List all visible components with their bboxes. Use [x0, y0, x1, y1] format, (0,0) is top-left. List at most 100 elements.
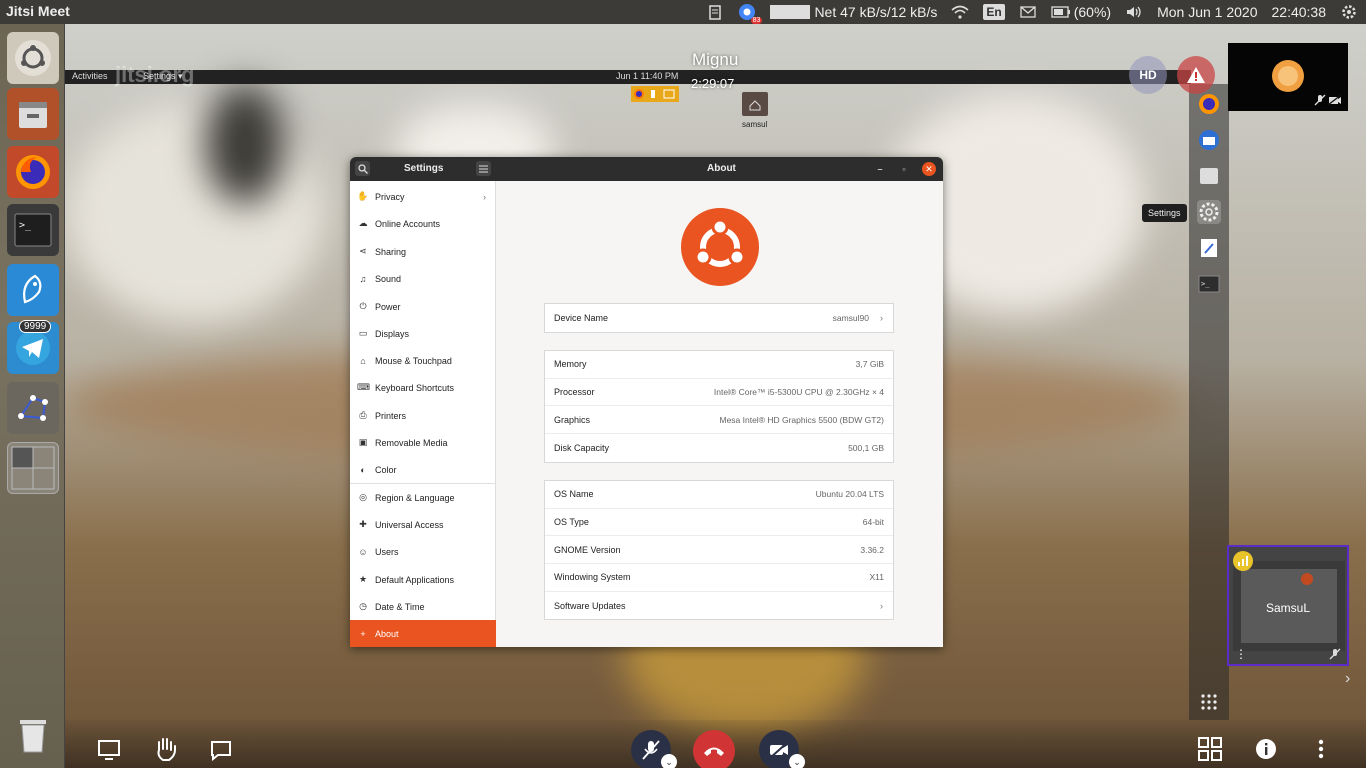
tile-view-button[interactable]: [1197, 736, 1223, 762]
show-apps-grid-icon[interactable]: [1197, 690, 1221, 714]
sidebar-item-users[interactable]: ☺ Users: [350, 538, 496, 565]
music-note-icon: ♫: [359, 273, 367, 284]
sidebar-item-mouse-touchpad[interactable]: ⌂ Mouse & Touchpad: [350, 347, 496, 374]
indicator-area: 83 Net 47 kB/s/12 kB/s En (60%) Mon Jun …: [706, 0, 1358, 24]
firefox-icon[interactable]: [7, 146, 59, 198]
microphone-toggle-button[interactable]: ⌄: [631, 730, 677, 768]
software-updates-row[interactable]: Software Updates ›: [545, 592, 893, 620]
info-button[interactable]: [1255, 738, 1277, 760]
camera-toggle-button[interactable]: ⌄: [759, 730, 805, 768]
video-quality-badge[interactable]: HD: [1129, 56, 1167, 94]
hamburger-menu-icon[interactable]: [476, 161, 491, 176]
more-actions-button[interactable]: [1311, 738, 1331, 760]
firefox-icon[interactable]: [1197, 92, 1221, 116]
sidebar-item-removable-media[interactable]: ▣ Removable Media: [350, 429, 496, 456]
workspace-switcher-icon[interactable]: [7, 442, 59, 494]
connection-quality-icon[interactable]: [1232, 550, 1254, 572]
local-video-thumbnail[interactable]: [1228, 43, 1348, 111]
keyboard-layout[interactable]: En: [983, 4, 1005, 20]
sidebar-item-universal-access[interactable]: ✚ Universal Access: [350, 511, 496, 538]
device-name-row[interactable]: Device Name samsul90 ›: [545, 304, 893, 332]
terminal-icon[interactable]: >_: [1197, 272, 1221, 296]
sidebar-item-printers[interactable]: ⎙ Printers: [350, 402, 496, 429]
raise-hand-button[interactable]: [153, 736, 179, 762]
clipboard-icon[interactable]: [706, 3, 724, 21]
more-vertical-icon: [1318, 739, 1324, 759]
conference-name: Mignu: [692, 50, 739, 69]
trash-icon[interactable]: [7, 708, 59, 760]
device-card: Device Name samsul90 ›: [544, 303, 894, 333]
hangup-button[interactable]: [693, 730, 735, 768]
shared-gnome-bar: Activities Settings ▾ Jun 1 11:40 PM: [65, 70, 1191, 84]
chat-button[interactable]: [209, 738, 233, 762]
files-icon[interactable]: [7, 88, 59, 140]
sidebar-item-color[interactable]: ◐ Color: [350, 456, 496, 483]
chevron-right-icon[interactable]: ›: [1345, 670, 1350, 688]
sidebar-item-region-language[interactable]: ◎ Region & Language: [350, 484, 496, 511]
telegram-icon[interactable]: 9999: [7, 320, 59, 374]
settings-gear-icon[interactable]: [1197, 200, 1221, 224]
battery-indicator[interactable]: (60%): [1051, 4, 1111, 20]
shared-dock: >_: [1189, 84, 1229, 720]
power-icon: ⏻: [359, 301, 367, 311]
warning-icon[interactable]: [1177, 56, 1215, 94]
sidebar-item-date-time[interactable]: ◷ Date & Time: [350, 593, 496, 620]
sidebar-item-sound[interactable]: ♫ Sound: [350, 265, 496, 292]
sidebar-item-power[interactable]: ⏻ Power: [350, 293, 496, 320]
video-stage: Activities Settings ▾ Jun 1 11:40 PM sam…: [65, 24, 1366, 768]
mail-icon[interactable]: [1019, 3, 1037, 21]
close-icon[interactable]: ✕: [922, 162, 936, 176]
volume-icon[interactable]: [1125, 3, 1143, 21]
row-value: Ubuntu 20.04 LTS: [815, 489, 884, 500]
about-panel: Device Name samsul90 › Memory 3,7 GiB Pro…: [496, 181, 943, 647]
text-editor-icon[interactable]: [1197, 236, 1221, 260]
date-display[interactable]: Mon Jun 1 2020: [1157, 4, 1257, 20]
globe-icon: ◎: [359, 492, 367, 502]
disk-capacity-row: Disk Capacity 500,1 GB: [545, 434, 893, 462]
clock-display[interactable]: 22:40:38: [1272, 4, 1327, 20]
raise-hand-icon: [157, 738, 176, 761]
info-icon: [1256, 739, 1276, 759]
terminal-icon[interactable]: >_: [7, 204, 59, 256]
sidebar-item-sharing[interactable]: ⋖ Sharing: [350, 238, 496, 265]
camera-off-icon: [769, 741, 789, 759]
battery-icon: [1051, 6, 1070, 18]
memory-row: Memory 3,7 GiB: [545, 351, 893, 379]
minimize-icon[interactable]: –: [873, 162, 887, 176]
row-value: Intel® Core™ i5-5300U CPU @ 2.30GHz × 4: [713, 387, 884, 398]
row-value: Mesa Intel® HD Graphics 5500 (BDW GT2): [719, 414, 884, 425]
sidebar-item-privacy[interactable]: ✋ Privacy ›: [350, 183, 496, 210]
row-value: 64-bit: [862, 517, 884, 528]
desktop-folder-label[interactable]: samsul: [742, 120, 767, 129]
chevron-down-icon[interactable]: ⌄: [789, 754, 805, 768]
search-icon[interactable]: [355, 161, 370, 176]
sidebar-item-label: Printers: [375, 410, 407, 421]
screen-share-button[interactable]: [97, 738, 121, 762]
remote-video-thumbnail[interactable]: SamsuL ⋮: [1227, 545, 1349, 666]
maximize-icon[interactable]: ▫: [897, 162, 911, 176]
ubuntu-dash-icon[interactable]: [7, 32, 59, 84]
home-folder-icon[interactable]: [742, 92, 768, 116]
network-graph-icon[interactable]: [7, 382, 59, 434]
sidebar-item-label: Sound: [375, 273, 402, 284]
jitsi-icon[interactable]: [7, 264, 59, 316]
hd-label: HD: [1139, 68, 1157, 82]
wifi-icon[interactable]: [951, 3, 969, 21]
sidebar-item-label: About: [375, 628, 399, 639]
chevron-down-icon[interactable]: ⌄: [661, 754, 677, 768]
chrome-notification-icon[interactable]: 83: [738, 3, 763, 24]
files-icon[interactable]: [1197, 164, 1221, 188]
sidebar-item-online-accounts[interactable]: ☁ Online Accounts: [350, 210, 496, 237]
more-options-icon[interactable]: ⋮: [1235, 647, 1247, 661]
row-label: Memory: [554, 359, 587, 370]
thunderbird-icon[interactable]: [1197, 128, 1221, 152]
row-label: GNOME Version: [554, 544, 621, 555]
sidebar-item-default-applications[interactable]: ★ Default Applications: [350, 566, 496, 593]
sidebar-item-about[interactable]: + About: [350, 620, 496, 647]
display-icon: ▭: [358, 328, 368, 338]
sidebar-item-label: Keyboard Shortcuts: [375, 382, 455, 393]
activities-label[interactable]: Activities: [72, 71, 108, 81]
sidebar-item-keyboard-shortcuts[interactable]: ⌨ Keyboard Shortcuts: [350, 374, 496, 401]
sidebar-item-displays[interactable]: ▭ Displays: [350, 320, 496, 347]
gear-icon[interactable]: [1340, 3, 1358, 21]
